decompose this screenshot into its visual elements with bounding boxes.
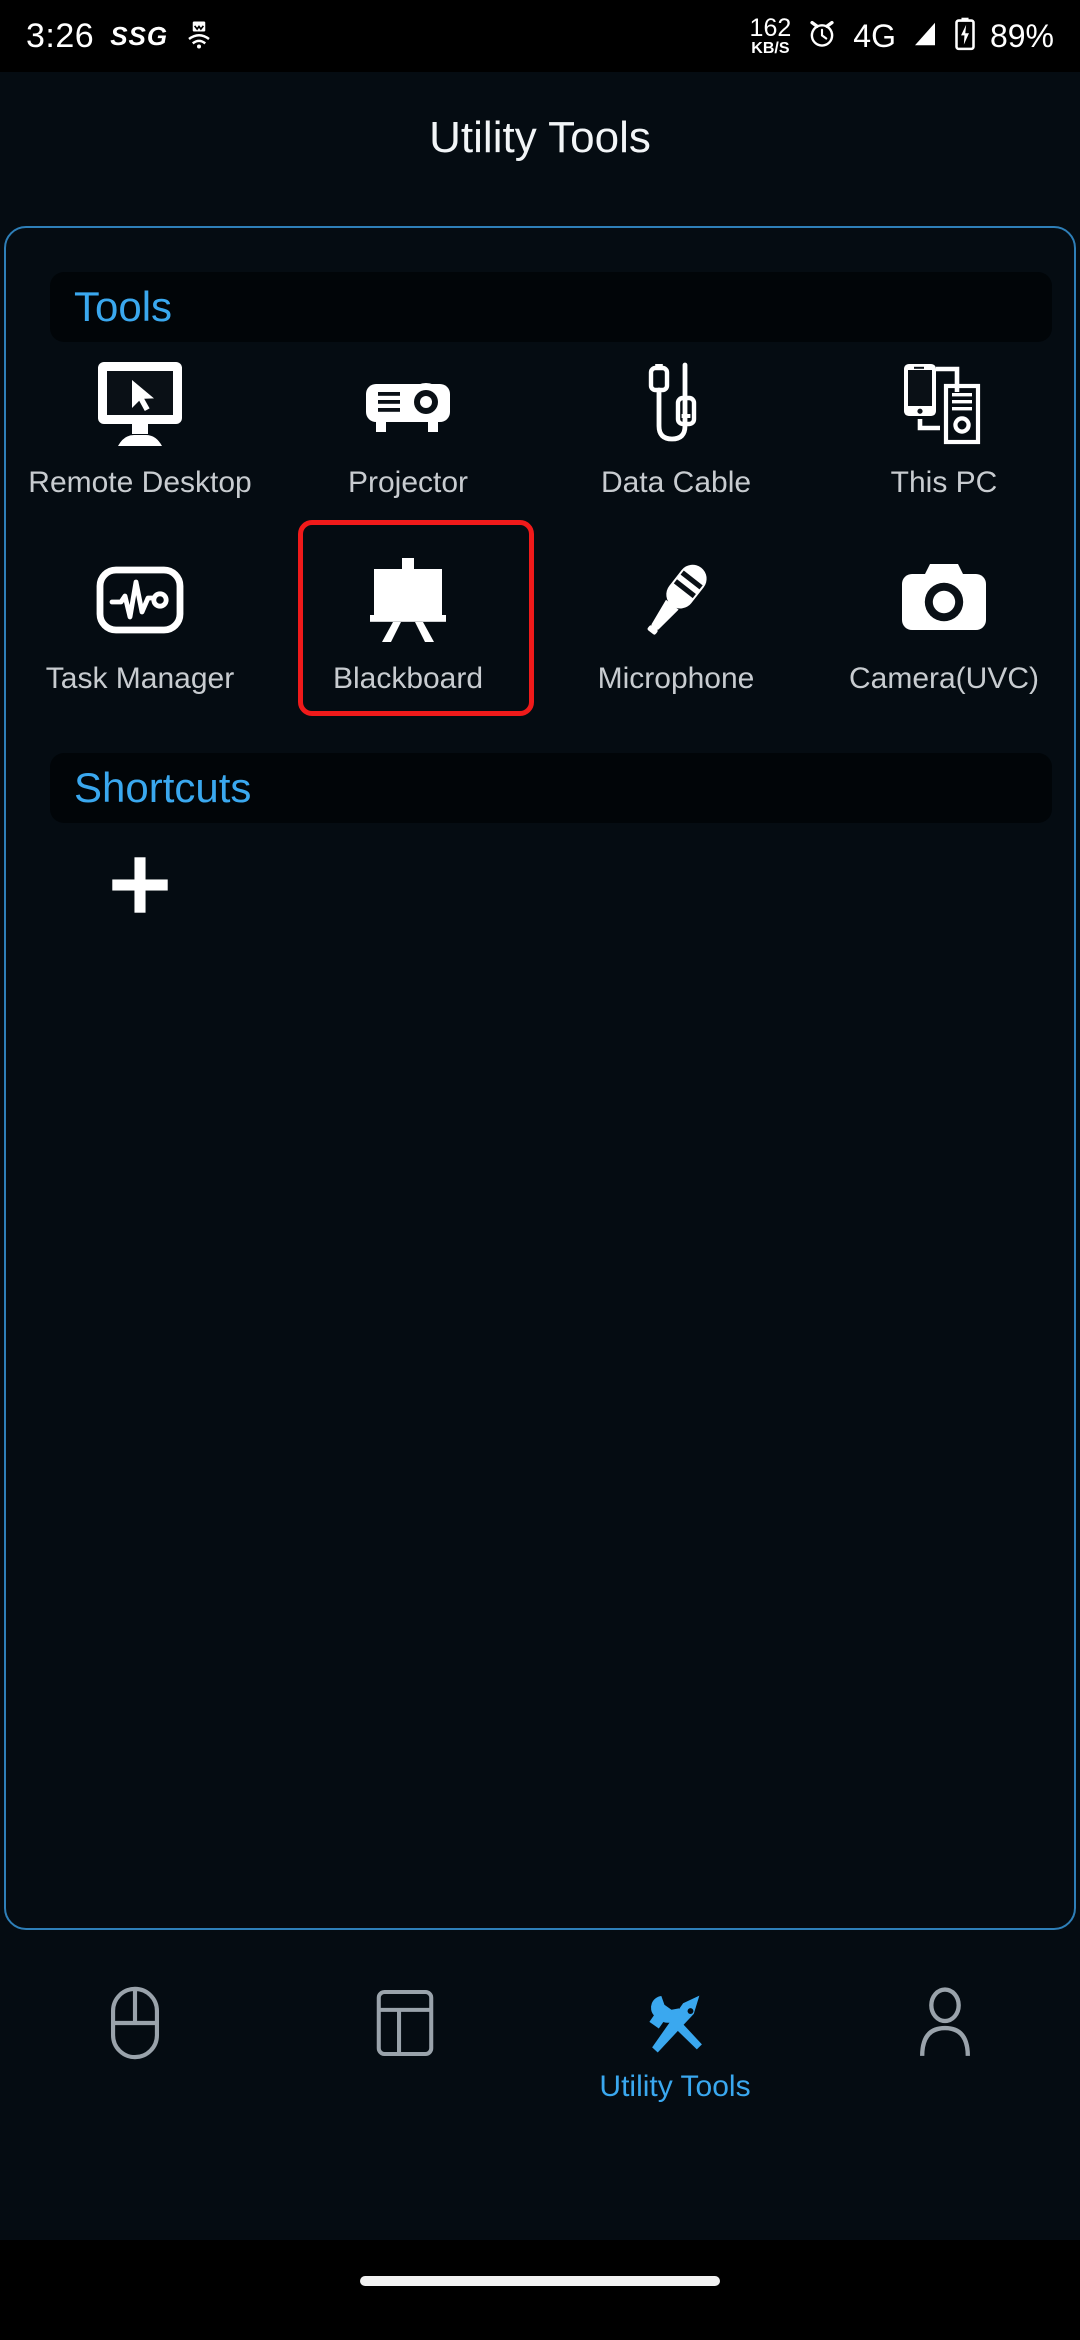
tool-label: Camera(UVC) xyxy=(848,662,1040,695)
tool-item-camera-uvc[interactable]: Camera(UVC) xyxy=(810,548,1074,696)
tool-label: Remote Desktop xyxy=(28,466,252,499)
bottom-navigation-bar: Utility Tools xyxy=(0,1948,1080,2148)
tool-item-microphone[interactable]: Microphone xyxy=(542,548,810,696)
content-card: Tools Remote Desktop Projector Data Cabl… xyxy=(4,226,1076,1930)
remote-desktop-icon xyxy=(92,352,188,456)
camera-uvc-icon xyxy=(896,548,992,652)
phone-screen: 3:26 SSG 162 KB/S 4G 89% Utility Tools T… xyxy=(0,0,1080,2340)
tool-item-task-manager[interactable]: Task Manager xyxy=(6,548,274,696)
add-shortcut-button[interactable] xyxy=(6,842,274,932)
tool-label: This PC xyxy=(890,466,998,499)
status-bar: 3:26 SSG 162 KB/S 4G 89% xyxy=(0,0,1080,72)
tool-label: Blackboard xyxy=(332,662,484,695)
tools-grid-row-1: Remote Desktop Projector Data Cable This… xyxy=(6,352,1074,500)
tool-item-projector[interactable]: Projector xyxy=(274,352,542,500)
person-icon xyxy=(914,1982,976,2064)
nav-item-mouse[interactable] xyxy=(0,1948,270,2148)
network-speed-indicator: 162 KB/S xyxy=(749,13,792,57)
plus-icon xyxy=(105,850,175,925)
tool-item-data-cable[interactable]: Data Cable xyxy=(542,352,810,500)
layout-panel-icon xyxy=(374,1982,436,2064)
data-cable-icon xyxy=(628,352,724,456)
network-speed-unit: KB/S xyxy=(751,39,790,57)
section-title-shortcuts: Shortcuts xyxy=(74,764,252,811)
microphone-icon xyxy=(628,548,724,652)
tool-label: Microphone xyxy=(597,662,755,695)
tool-label: Data Cable xyxy=(600,466,752,499)
tools-wrench-icon xyxy=(642,1982,708,2064)
alarm-clock-icon xyxy=(805,17,839,56)
nav-item-utility-tools[interactable]: Utility Tools xyxy=(540,1948,810,2148)
tool-label: Projector xyxy=(347,466,469,499)
network-speed-value: 162 xyxy=(749,13,792,42)
nav-item-layout[interactable] xyxy=(270,1948,540,2148)
status-clock: 3:26 xyxy=(26,16,95,55)
status-bar-right: 162 KB/S 4G 89% xyxy=(749,13,1054,57)
status-bar-left: 3:26 SSG xyxy=(26,17,214,56)
system-gesture-area xyxy=(0,2240,1080,2340)
tool-item-blackboard[interactable]: Blackboard xyxy=(274,548,542,696)
mouse-icon xyxy=(104,1982,166,2064)
section-title-tools: Tools xyxy=(74,283,173,330)
battery-percent-label: 89% xyxy=(989,17,1054,54)
tool-item-remote-desktop[interactable]: Remote Desktop xyxy=(6,352,274,500)
network-type-label: 4G xyxy=(853,17,896,54)
hotspot-icon xyxy=(184,19,214,54)
section-header-tools: Tools xyxy=(50,272,1052,342)
tool-label: Task Manager xyxy=(45,662,235,695)
task-manager-icon xyxy=(92,548,188,652)
tool-item-this-pc[interactable]: This PC xyxy=(810,352,1074,500)
this-pc-icon xyxy=(896,352,992,456)
signal-bars-icon xyxy=(910,18,940,55)
nav-label-utility-tools: Utility Tools xyxy=(599,2070,751,2103)
status-carrier-label: SSG xyxy=(110,20,169,51)
section-header-shortcuts: Shortcuts xyxy=(50,753,1052,823)
battery-charging-icon xyxy=(954,17,976,56)
page-title: Utility Tools xyxy=(429,113,651,162)
home-gesture-bar[interactable] xyxy=(360,2276,720,2286)
projector-icon xyxy=(360,352,456,456)
tools-grid-row-2: Task Manager Blackboard Microphone Camer… xyxy=(6,548,1074,696)
nav-item-profile[interactable] xyxy=(810,1948,1080,2148)
blackboard-icon xyxy=(360,548,456,652)
